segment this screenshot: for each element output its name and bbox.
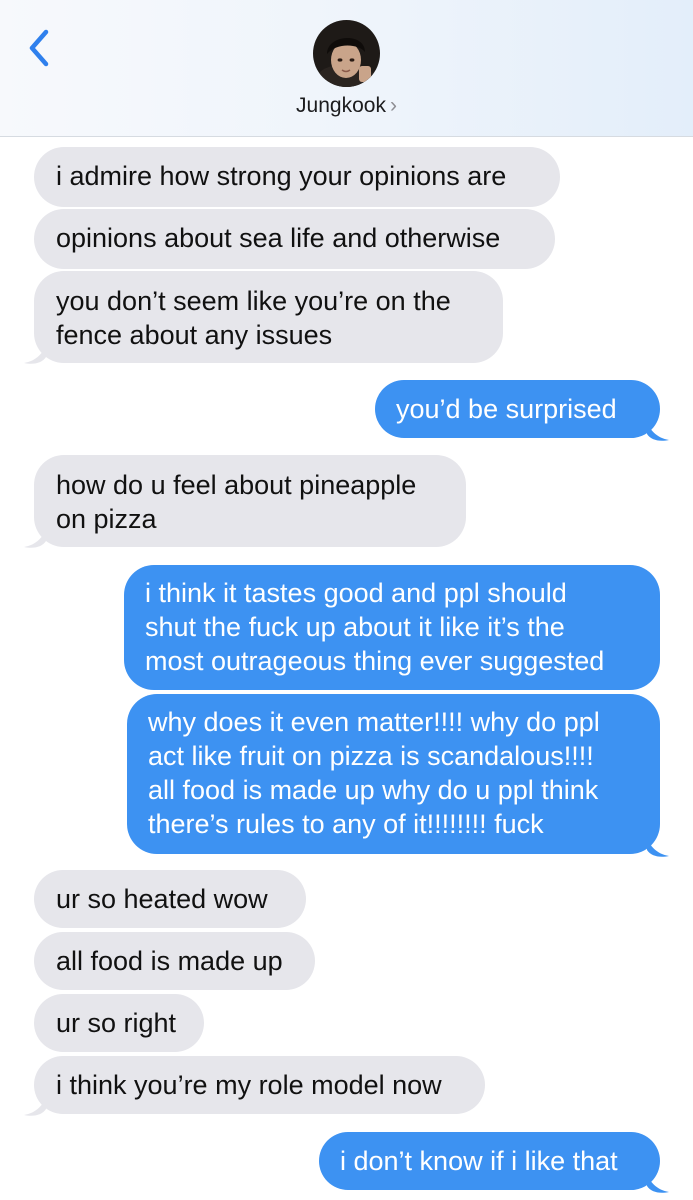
incoming-message[interactable]: you don’t seem like you’re on the fence …: [34, 271, 503, 363]
message-text: i admire how strong your opinions are: [56, 161, 507, 191]
message-text: ur so right: [56, 1008, 177, 1038]
bubble-tail: [647, 420, 669, 441]
message-text: i don’t know if i like that: [340, 1146, 618, 1176]
message-line: there’s rules to any of it!!!!!!!! fuck: [148, 809, 544, 839]
incoming-message[interactable]: opinions about sea life and otherwise: [34, 209, 555, 269]
bubble-tail: [24, 1095, 46, 1116]
outgoing-message[interactable]: i think it tastes good and ppl should sh…: [124, 565, 660, 690]
message-text: you’d be surprised: [396, 394, 617, 424]
message-line: shut the fuck up about it like it’s the: [145, 612, 565, 642]
contact-name: Jungkook: [296, 94, 386, 117]
incoming-message[interactable]: ur so heated wow: [34, 870, 306, 928]
incoming-message[interactable]: i think you’re my role model now: [34, 1056, 485, 1114]
message-line: why does it even matter!!!! why do ppl: [148, 707, 600, 737]
chevron-right-icon: ›: [389, 94, 397, 117]
incoming-message[interactable]: how do u feel about pineapple on pizza: [34, 455, 466, 547]
contact-avatar[interactable]: [313, 20, 380, 87]
contact-name-button[interactable]: Jungkook ›: [0, 94, 693, 118]
bubble-tail: [24, 343, 46, 364]
bubble-tail: [647, 836, 669, 857]
incoming-message[interactable]: ur so right: [34, 994, 204, 1052]
message-line: you don’t seem like you’re on the: [56, 286, 451, 316]
message-line: how do u feel about pineapple: [56, 470, 417, 500]
bubble-tail: [24, 527, 46, 548]
back-button[interactable]: [22, 26, 62, 70]
message-line: most outrageous thing ever suggested: [145, 646, 605, 676]
message-line: on pizza: [56, 504, 157, 534]
incoming-message[interactable]: i admire how strong your opinions are: [34, 147, 560, 207]
contact-photo-icon: [313, 20, 380, 87]
message-line: fence about any issues: [56, 320, 333, 350]
conversation-header: Jungkook ›: [0, 0, 693, 137]
message-text: i think you’re my role model now: [56, 1070, 442, 1100]
chevron-left-icon: [29, 29, 49, 67]
message-text: ur so heated wow: [56, 884, 268, 914]
message-line: all food is made up why do u ppl think: [148, 775, 599, 805]
message-text: opinions about sea life and otherwise: [56, 223, 501, 253]
bubble-tail: [647, 1172, 669, 1193]
outgoing-message[interactable]: why does it even matter!!!! why do ppl a…: [127, 694, 660, 854]
incoming-message[interactable]: all food is made up: [34, 932, 315, 990]
message-text: all food is made up: [56, 946, 283, 976]
message-line: act like fruit on pizza is scandalous!!!…: [148, 741, 594, 771]
outgoing-message[interactable]: i don’t know if i like that: [319, 1132, 660, 1190]
outgoing-message[interactable]: you’d be surprised: [375, 380, 660, 438]
message-line: i think it tastes good and ppl should: [145, 578, 567, 608]
